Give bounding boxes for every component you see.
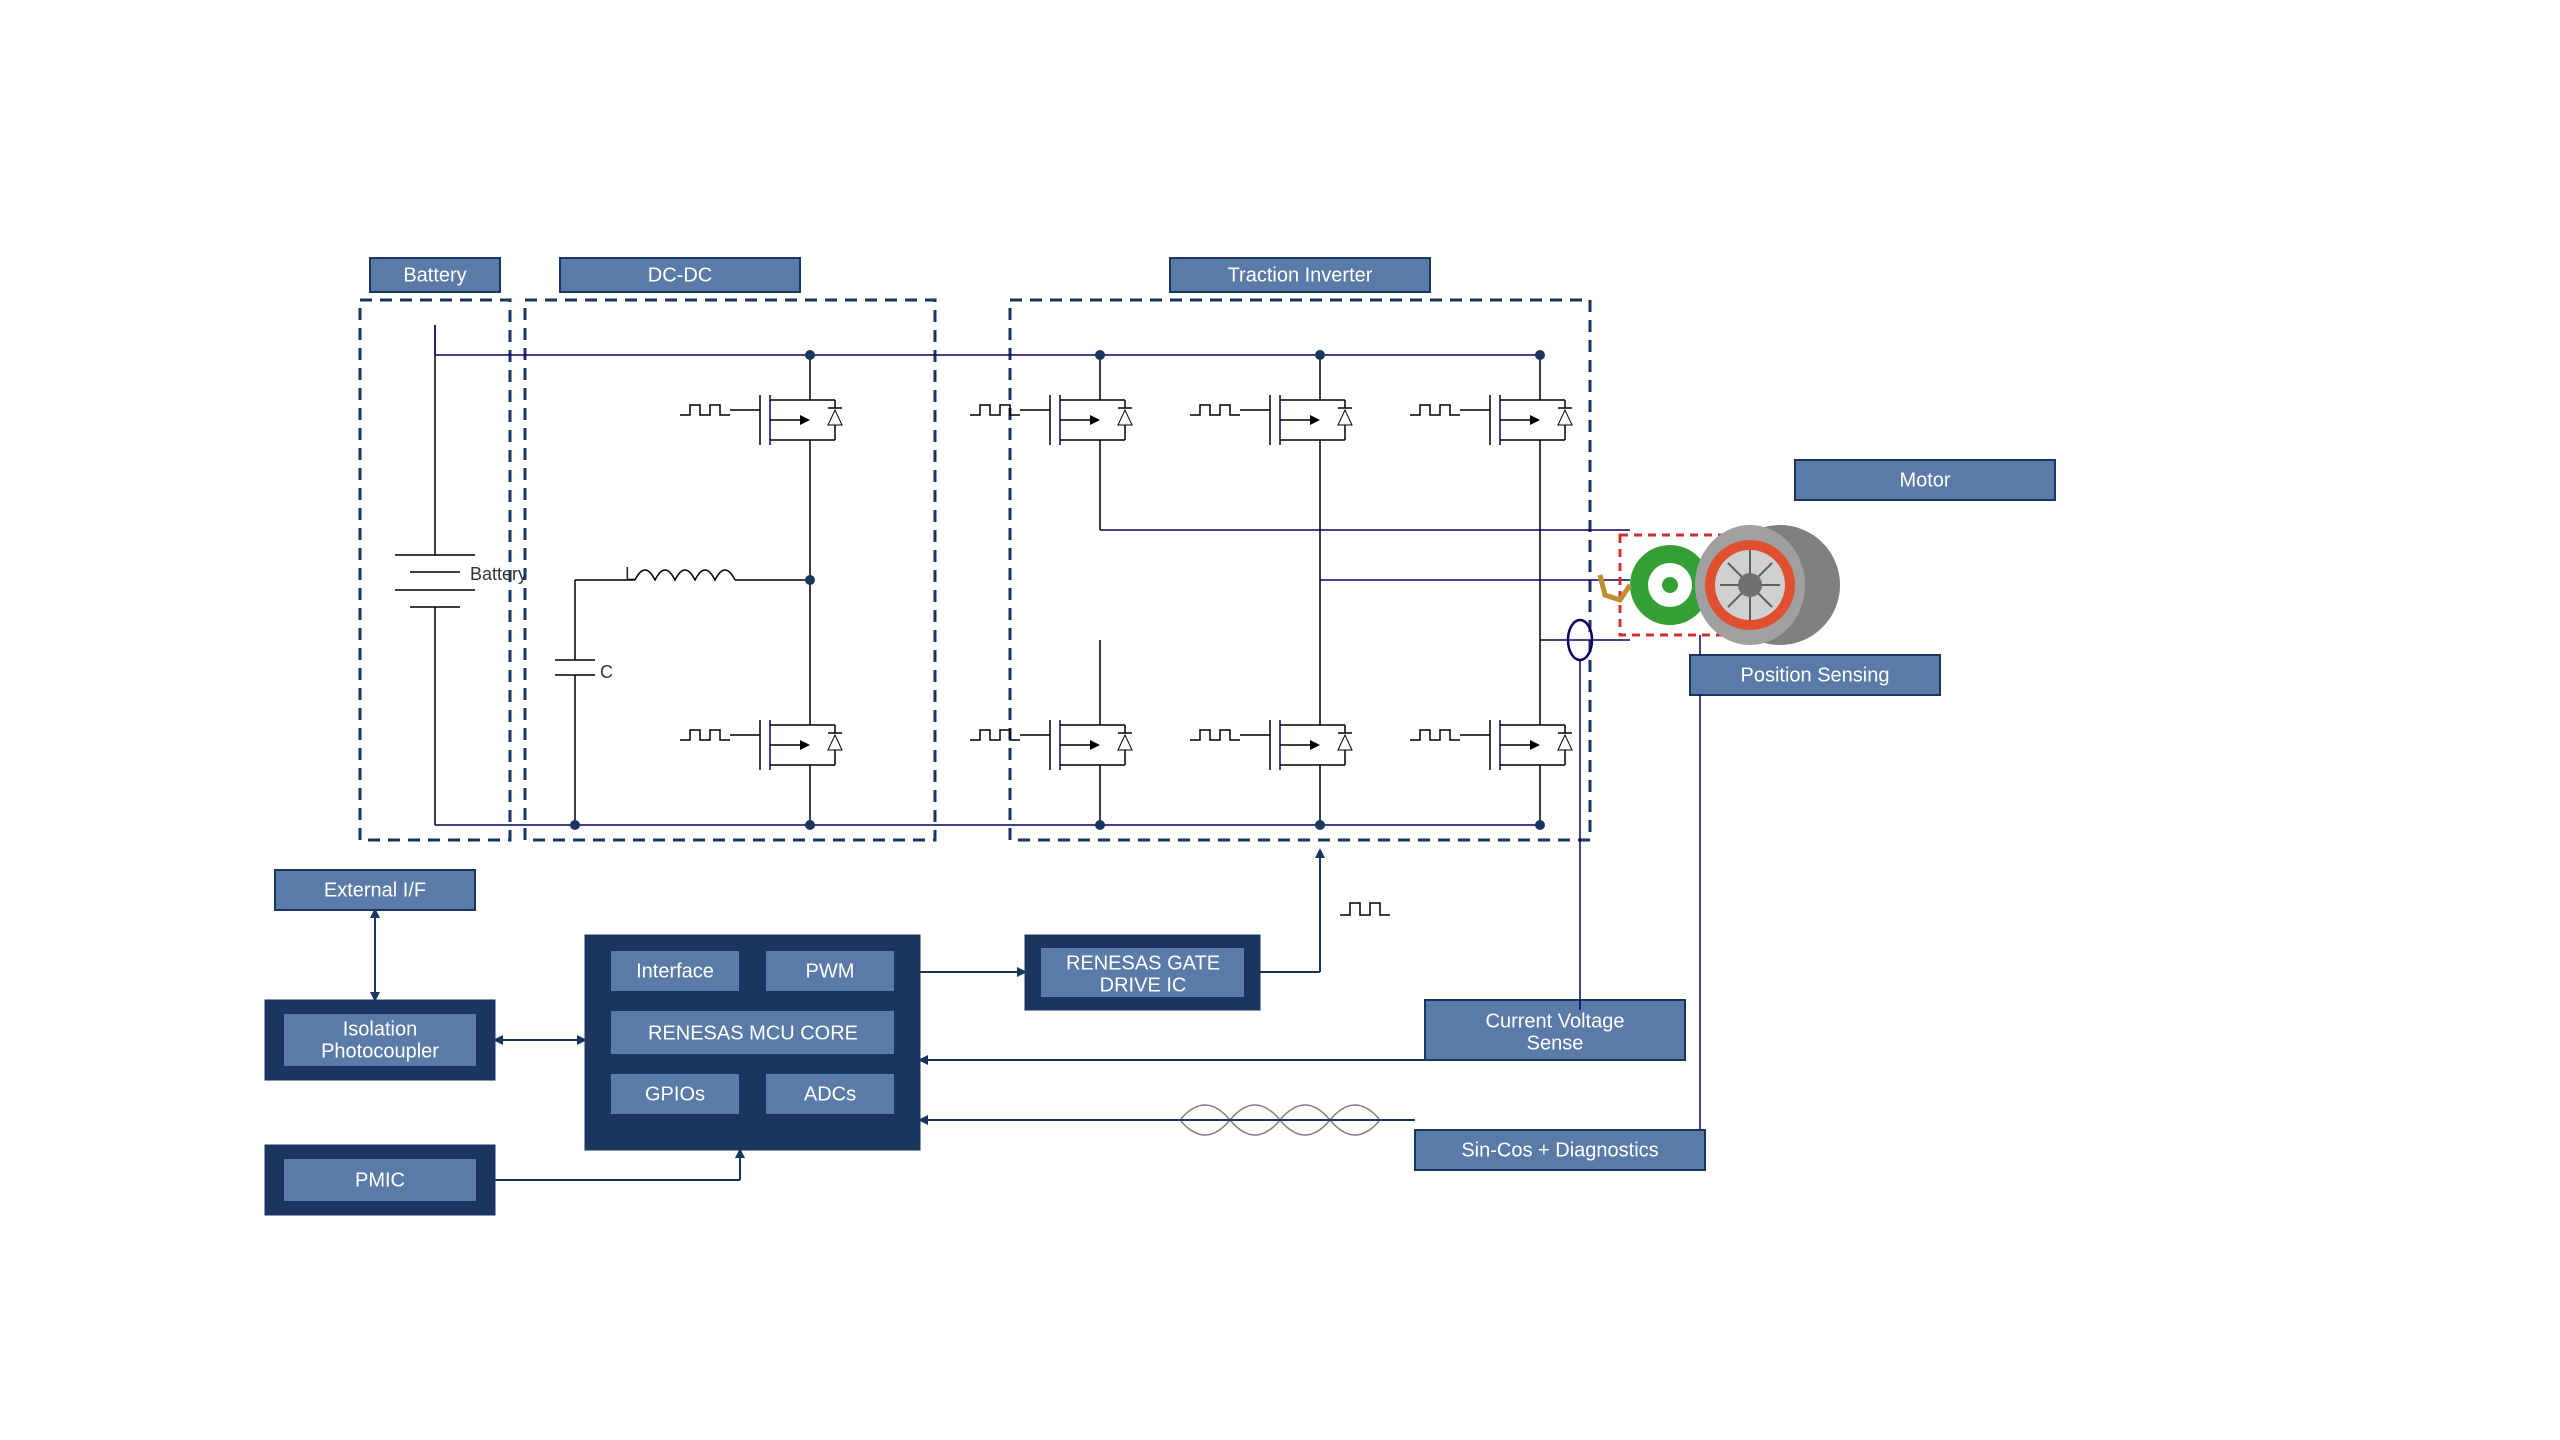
dcdc-mosfet-top: [680, 355, 842, 580]
battery-symbol: Battery: [395, 325, 527, 825]
capacitor-c: C: [555, 580, 613, 825]
inverter-title: Traction Inverter: [1228, 264, 1373, 286]
pwm-text: PWM: [806, 960, 855, 982]
inverter-leg-c-bot: [1410, 640, 1572, 825]
motor-title: Motor: [1899, 469, 1950, 491]
c-text: C: [600, 662, 613, 682]
gate-drive-text2: DRIVE IC: [1100, 974, 1187, 996]
pwm-symbol-icon: [1340, 903, 1390, 915]
inverter-leg-c-top: [1410, 355, 1572, 640]
dcdc-title: DC-DC: [648, 264, 712, 286]
cv-sense-text2: Sense: [1527, 1032, 1584, 1054]
gatedrive-up: [1260, 848, 1325, 972]
dcdc-region: [525, 300, 935, 840]
inverter-leg-a-top: [970, 355, 1132, 530]
cvsense-to-adc: [918, 1055, 1425, 1065]
position-sensing: Position Sensing: [1741, 664, 1890, 686]
motor-icon: [1600, 525, 1840, 645]
inverter-region: [1010, 300, 1590, 840]
inductor-l: L: [575, 564, 810, 584]
pmic-text: PMIC: [355, 1169, 405, 1191]
sincos-to-mcu: [918, 1115, 1415, 1125]
bidir-arrow-1: [370, 908, 380, 1002]
inverter-leg-a-bot: [970, 640, 1132, 825]
sincos-text: Sin-Cos + Diagnostics: [1461, 1139, 1658, 1161]
isolation-text1: Isolation: [343, 1018, 418, 1040]
interface-text: Interface: [636, 960, 714, 982]
l-text: L: [625, 564, 635, 584]
pmic-to-mcu-arrow: [495, 1148, 745, 1180]
inverter-leg-b-bot: [1190, 580, 1352, 825]
dcdc-mosfet-bottom: [680, 580, 842, 825]
pwm-to-gatedrive: [920, 967, 1027, 977]
mcu-core-text: RENESAS MCU CORE: [648, 1022, 858, 1044]
inverter-leg-b-top: [1190, 355, 1352, 580]
bidir-arrow-2: [493, 1035, 587, 1045]
gate-drive-text1: RENESAS GATE: [1066, 952, 1220, 974]
battery-text: Battery: [470, 564, 527, 584]
cv-sense-text1: Current Voltage: [1486, 1010, 1625, 1032]
adcs-text: ADCs: [804, 1083, 856, 1105]
isolation-text2: Photocoupler: [321, 1040, 439, 1062]
gpios-text: GPIOs: [645, 1083, 705, 1105]
battery-title: Battery: [403, 264, 466, 286]
external-if: External I/F: [324, 879, 426, 901]
